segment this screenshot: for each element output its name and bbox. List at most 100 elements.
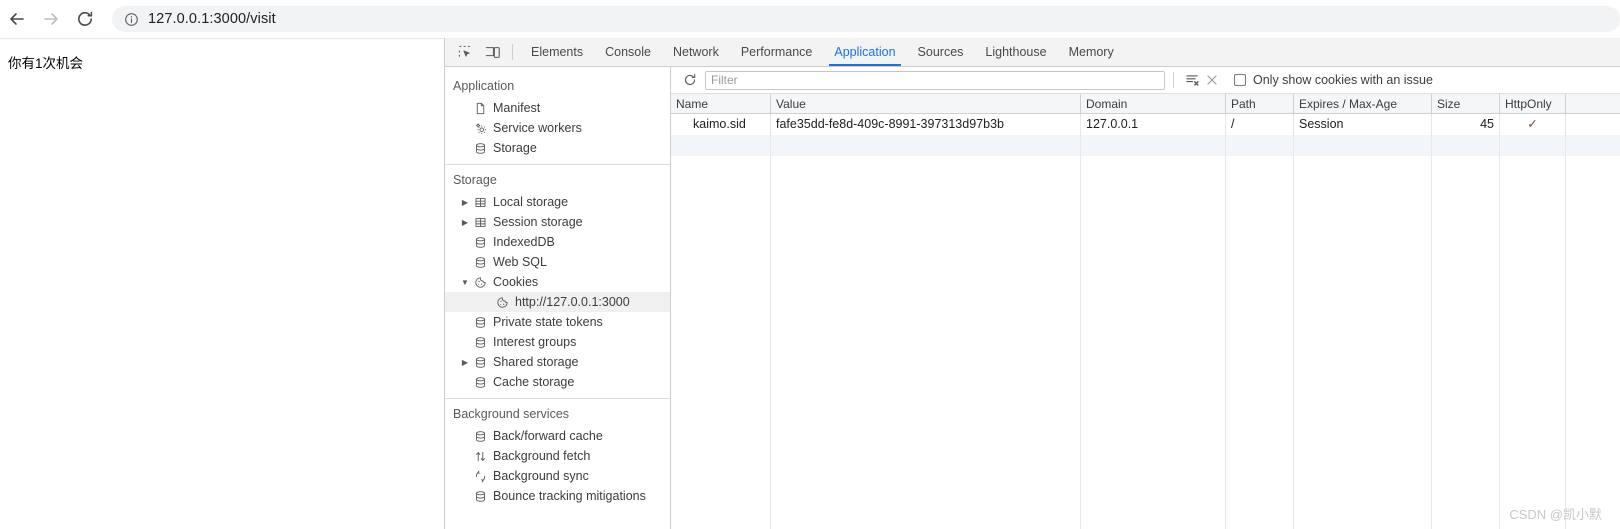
application-sidebar-tree[interactable]: Application Manifest Service workers Storag…	[445, 67, 671, 529]
tab-lighthouse[interactable]: Lighthouse	[974, 38, 1057, 66]
cookies-toolbar: Only show cookies with an issue	[671, 67, 1620, 94]
refresh-icon[interactable]	[679, 73, 701, 87]
column-header-expires[interactable]: Expires / Max-Age	[1294, 94, 1432, 114]
column-header-size[interactable]: Size	[1432, 94, 1500, 114]
gears-icon	[471, 122, 489, 135]
only-show-issue-cookies-label: Only show cookies with an issue	[1253, 73, 1433, 87]
sidebar-item-session-storage[interactable]: ▶ Session storage	[445, 212, 670, 232]
database-icon	[471, 336, 489, 349]
sidebar-item-label: http://127.0.0.1:3000	[515, 295, 630, 309]
sidebar-item-label: Back/forward cache	[493, 429, 603, 443]
sidebar-item-local-storage[interactable]: ▶ Local storage	[445, 192, 670, 212]
delete-cookie-icon[interactable]	[1202, 73, 1222, 87]
tree-section-title-storage: Storage	[453, 173, 497, 187]
table-icon	[471, 216, 489, 229]
sidebar-item-back-forward-cache[interactable]: Back/forward cache	[445, 426, 670, 446]
table-row[interactable]: kaimo.sid fafe35dd-fe8d-409c-8991-397313d…	[671, 114, 1620, 135]
site-info-icon[interactable]	[124, 12, 139, 27]
browser-toolbar: 127.0.0.1:3000/visit	[0, 0, 1620, 38]
toolbar-divider	[1173, 72, 1174, 88]
database-icon	[471, 356, 489, 369]
sidebar-item-label: Session storage	[493, 215, 583, 229]
cell-path: /	[1226, 114, 1294, 135]
filter-input[interactable]	[705, 70, 1165, 90]
cookies-table-body: kaimo.sid fafe35dd-fe8d-409c-8991-397313d…	[671, 114, 1620, 156]
sidebar-item-bounce-tracking-mitigations[interactable]: Bounce tracking mitigations	[445, 486, 670, 506]
sidebar-item-label: Bounce tracking mitigations	[493, 489, 646, 503]
column-rule-httponly	[1500, 156, 1566, 529]
table-icon	[471, 196, 489, 209]
sidebar-item-private-state-tokens[interactable]: Private state tokens	[445, 312, 670, 332]
url-text: 127.0.0.1:3000/visit	[148, 11, 276, 27]
inspect-element-icon[interactable]	[451, 38, 479, 66]
sidebar-item-interest-groups[interactable]: Interest groups	[445, 332, 670, 352]
page-viewport: 你有1次机会	[0, 38, 444, 529]
column-header-name[interactable]: Name	[671, 94, 771, 114]
sidebar-item-background-sync[interactable]: Background sync	[445, 466, 670, 486]
cell-value: fafe35dd-fe8d-409c-8991-397313d97b3b	[771, 114, 1081, 135]
sidebar-item-indexeddb[interactable]: IndexedDB	[445, 232, 670, 252]
reload-button[interactable]	[68, 2, 102, 36]
sidebar-item-label: Cache storage	[493, 375, 575, 389]
chevron-right-icon[interactable]: ▶	[459, 218, 471, 227]
cell-empty	[1294, 135, 1432, 156]
table-row-empty	[671, 135, 1620, 156]
column-header-value[interactable]: Value	[771, 94, 1081, 114]
database-icon	[471, 316, 489, 329]
column-header-path[interactable]: Path	[1226, 94, 1294, 114]
column-header-domain[interactable]: Domain	[1081, 94, 1226, 114]
cell-empty	[771, 135, 1081, 156]
tab-application[interactable]: Application	[823, 38, 906, 66]
forward-button[interactable]	[34, 2, 68, 36]
cell-empty	[1226, 135, 1294, 156]
cell-name: kaimo.sid	[671, 114, 771, 135]
tree-section-title-application: Application	[453, 79, 515, 93]
tab-memory[interactable]: Memory	[1058, 38, 1125, 66]
clear-filtered-cookies-icon[interactable]	[1182, 73, 1202, 87]
sidebar-item-background-fetch[interactable]: Background fetch	[445, 446, 670, 466]
sidebar-item-http-127-0-0-1-3000[interactable]: http://127.0.0.1:3000	[445, 292, 670, 312]
chevron-down-icon[interactable]: ▼	[459, 278, 471, 287]
sidebar-item-label: Interest groups	[493, 335, 577, 349]
sidebar-item-label: IndexedDB	[493, 235, 555, 249]
sidebar-item-web-sql[interactable]: Web SQL	[445, 252, 670, 272]
chevron-right-icon[interactable]: ▶	[459, 198, 471, 207]
only-show-issue-cookies-checkbox[interactable]	[1234, 74, 1246, 86]
cell-empty	[1081, 135, 1226, 156]
cell-expires: Session	[1294, 114, 1432, 135]
sidebar-item-cache-storage[interactable]: Cache storage	[445, 372, 670, 392]
tree-section-divider	[445, 164, 670, 165]
tab-network[interactable]: Network	[662, 38, 730, 66]
only-show-issue-cookies-row[interactable]: Only show cookies with an issue	[1234, 73, 1433, 87]
cookies-table-header: Name Value Domain Path Expires / Max-Age Size…	[671, 94, 1620, 114]
cookies-pane: Only show cookies with an issue NameValu…	[671, 67, 1620, 529]
column-header-httponly[interactable]: HttpOnly	[1500, 94, 1566, 114]
sidebar-item-service-workers[interactable]: Service workers	[445, 118, 670, 138]
cell-empty	[1432, 135, 1500, 156]
tab-performance[interactable]: Performance	[730, 38, 824, 66]
sidebar-item-manifest[interactable]: Manifest	[445, 98, 670, 118]
device-toolbar-icon[interactable]	[479, 38, 507, 66]
tab-console[interactable]: Console	[594, 38, 662, 66]
sidebar-item-label: Background sync	[493, 469, 589, 483]
toolbar-divider	[512, 44, 513, 60]
database-icon	[471, 142, 489, 155]
devtools-panel: Elements Console Network Performance App…	[444, 38, 1620, 529]
database-icon	[471, 490, 489, 503]
chevron-right-icon[interactable]: ▶	[459, 358, 471, 367]
tree-section-divider	[445, 398, 670, 399]
address-bar[interactable]: 127.0.0.1:3000/visit	[112, 6, 1620, 32]
sidebar-item-label: Private state tokens	[493, 315, 603, 329]
column-rule-value	[771, 156, 1081, 529]
sidebar-item-cookies[interactable]: ▼ Cookies	[445, 272, 670, 292]
sidebar-item-shared-storage[interactable]: ▶ Shared storage	[445, 352, 670, 372]
cookies-table-empty-area	[671, 156, 1620, 529]
tab-elements[interactable]: Elements	[520, 38, 594, 66]
database-icon	[471, 236, 489, 249]
sidebar-item-storage[interactable]: Storage	[445, 138, 670, 158]
sidebar-item-label: Service workers	[493, 121, 582, 135]
database-icon	[471, 256, 489, 269]
tab-sources[interactable]: Sources	[907, 38, 975, 66]
sidebar-item-label: Background fetch	[493, 449, 591, 463]
back-button[interactable]	[0, 2, 34, 36]
